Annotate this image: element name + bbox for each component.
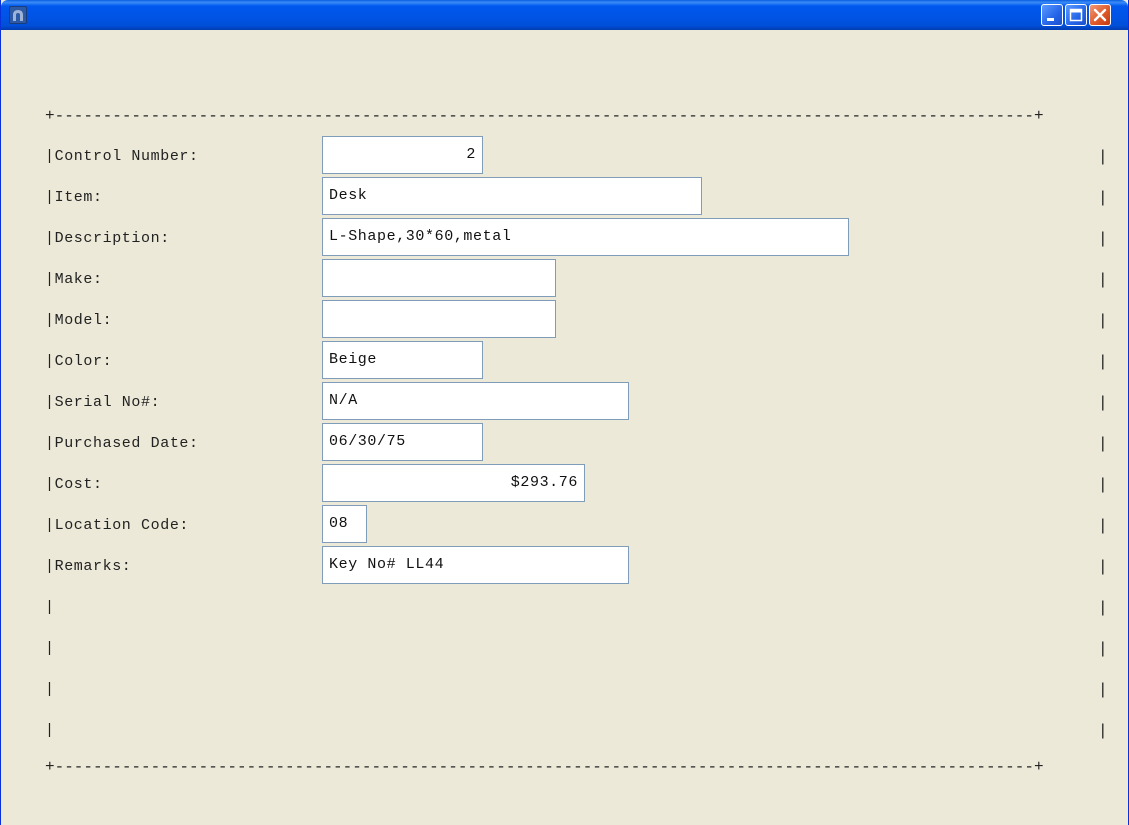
color-label: |Color:: [45, 353, 113, 370]
right-border-pipe: |: [1098, 435, 1108, 453]
control-number-field[interactable]: 2: [322, 136, 483, 174]
title-bar[interactable]: [1, 0, 1128, 30]
app-window: +---------------------------------------…: [0, 0, 1129, 825]
right-border-pipe: |: [1098, 148, 1108, 166]
remarks-label: |Remarks:: [45, 558, 132, 575]
cost-field[interactable]: $293.76: [322, 464, 585, 502]
app-icon[interactable]: [9, 6, 27, 24]
right-border-pipe: |: [1098, 722, 1108, 740]
left-border-pipe: |: [45, 640, 55, 657]
right-border-pipe: |: [1098, 312, 1108, 330]
ascii-border-bottom: +---------------------------------------…: [45, 758, 1044, 776]
remarks-field[interactable]: Key No# LL44: [322, 546, 629, 584]
right-border-pipe: |: [1098, 681, 1108, 699]
location-code-label: |Location Code:: [45, 517, 190, 534]
right-border-pipe: |: [1098, 271, 1108, 289]
maximize-button[interactable]: [1065, 4, 1087, 26]
serial-no-field[interactable]: N/A: [322, 382, 629, 420]
minimize-icon: [1047, 18, 1054, 21]
purchased-date-label: |Purchased Date:: [45, 435, 199, 452]
control-number-label: |Control Number:: [45, 148, 199, 165]
close-icon: [1093, 8, 1107, 22]
location-code-field[interactable]: 08: [322, 505, 367, 543]
model-label: |Model:: [45, 312, 113, 329]
ascii-border-top: +---------------------------------------…: [45, 107, 1044, 125]
right-border-pipe: |: [1098, 189, 1108, 207]
right-border-pipe: |: [1098, 394, 1108, 412]
make-field[interactable]: [322, 259, 556, 297]
right-border-pipe: |: [1098, 558, 1108, 576]
item-field[interactable]: Desk: [322, 177, 702, 215]
right-border-pipe: |: [1098, 517, 1108, 535]
minimize-button[interactable]: [1041, 4, 1063, 26]
right-border-pipe: |: [1098, 640, 1108, 658]
cost-label: |Cost:: [45, 476, 103, 493]
maximize-icon: [1069, 8, 1083, 22]
right-border-pipe: |: [1098, 230, 1108, 248]
color-field[interactable]: Beige: [322, 341, 483, 379]
close-button[interactable]: [1089, 4, 1111, 26]
right-border-pipe: |: [1098, 476, 1108, 494]
model-field[interactable]: [322, 300, 556, 338]
description-label: |Description:: [45, 230, 170, 247]
item-label: |Item:: [45, 189, 103, 206]
right-border-pipe: |: [1098, 353, 1108, 371]
left-border-pipe: |: [45, 681, 55, 698]
description-field[interactable]: L-Shape,30*60,metal: [322, 218, 849, 256]
left-border-pipe: |: [45, 722, 55, 739]
make-label: |Make:: [45, 271, 103, 288]
right-border-pipe: |: [1098, 599, 1108, 617]
left-border-pipe: |: [45, 599, 55, 616]
purchased-date-field[interactable]: 06/30/75: [322, 423, 483, 461]
serial-no-label: |Serial No#:: [45, 394, 161, 411]
